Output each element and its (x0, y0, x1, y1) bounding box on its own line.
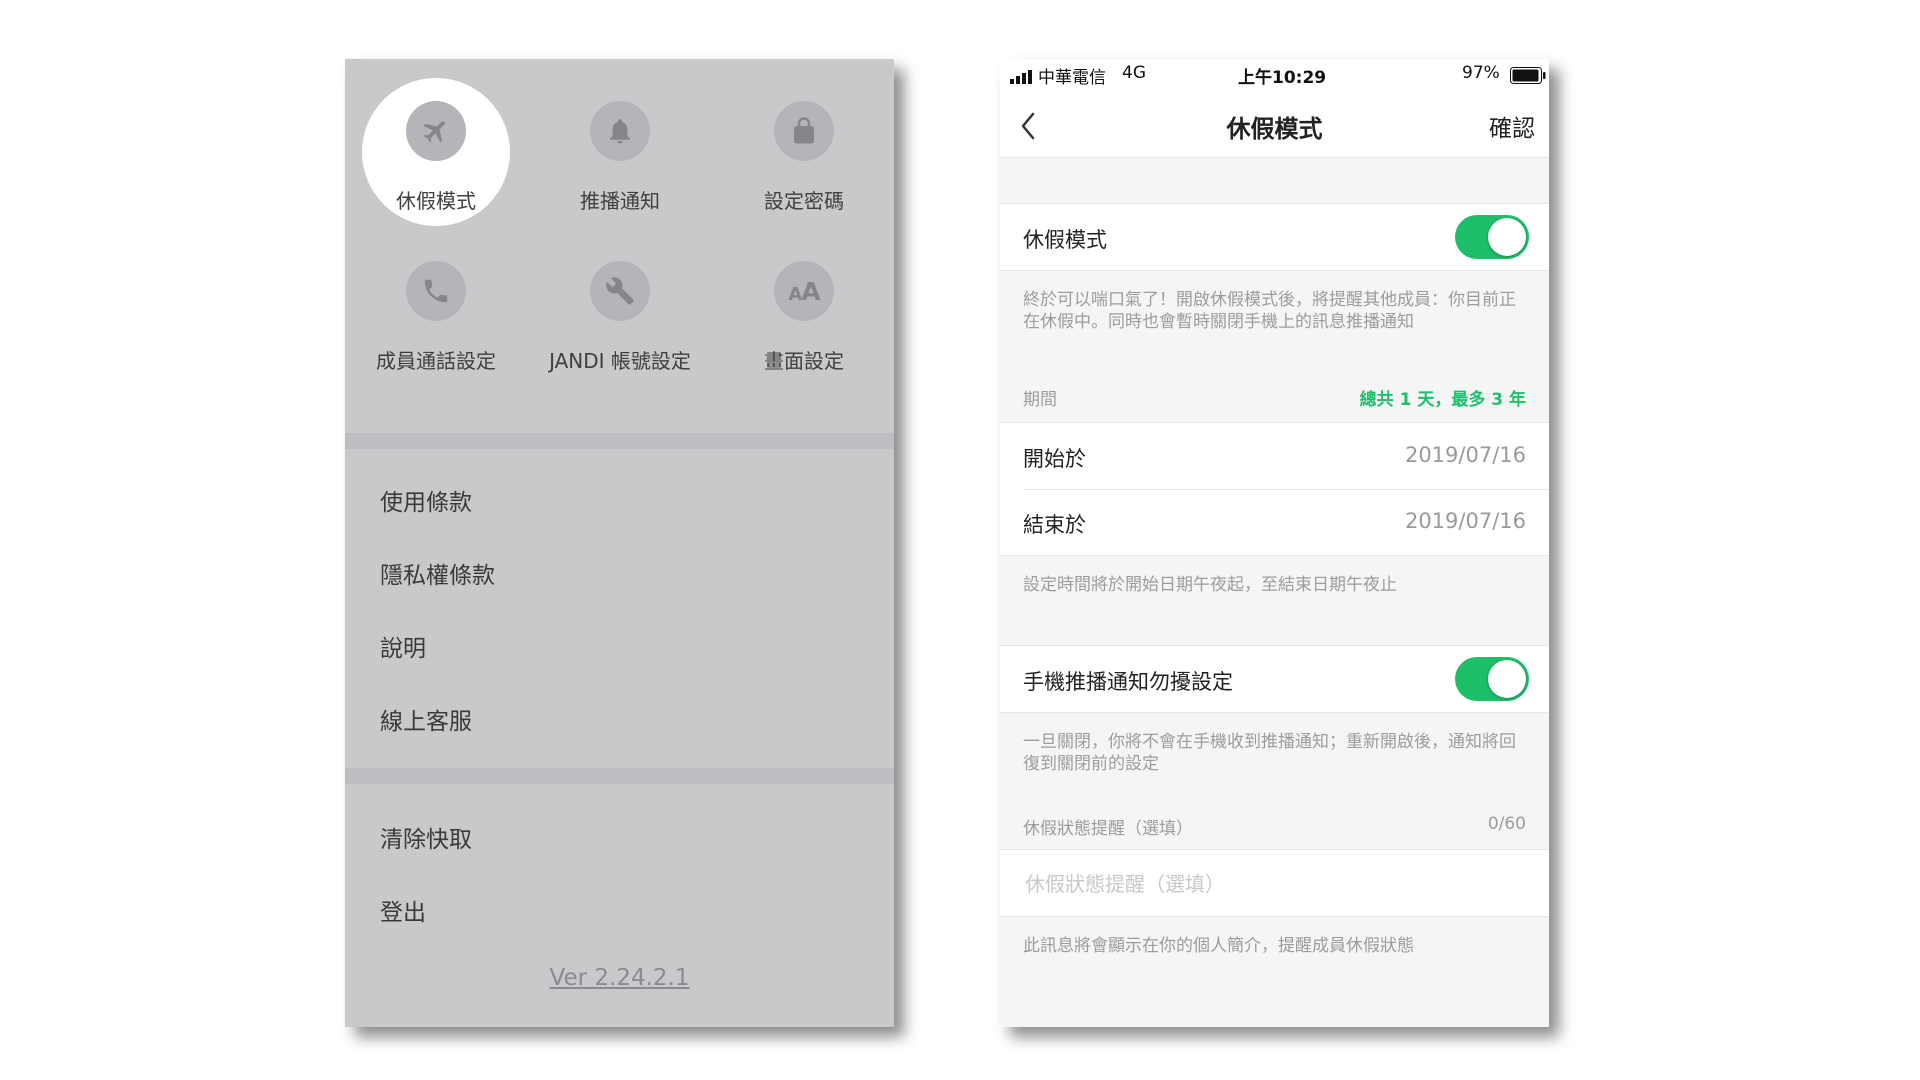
page-title: 休假模式 (1226, 115, 1323, 143)
grid-push-notification[interactable]: 推播通知 (545, 101, 695, 231)
reminder-input[interactable] (1023, 863, 1527, 905)
section-divider (345, 768, 894, 784)
grid-label: 休假模式 (396, 189, 476, 213)
end-date-value: 2019/07/16 (1404, 509, 1526, 533)
bell-icon (590, 101, 650, 161)
grid-member-call-settings[interactable]: 成員通話設定 (361, 261, 511, 391)
vacation-mode-row: 休假模式 (1000, 204, 1549, 270)
grid-set-password[interactable]: 設定密碼 (729, 101, 879, 231)
menu-help[interactable]: 說明 (380, 629, 426, 663)
grid-label: 畫面設定 (764, 349, 844, 373)
navigation-bar: 休假模式 確認 (1000, 95, 1549, 158)
settings-menu-screen: 休假模式 推播通知 設定密碼 成員通話設定 JANDI 帳號設定 AA 畫面設定… (345, 59, 894, 1027)
menu-logout[interactable]: 登出 (380, 893, 426, 927)
clock: 上午10:29 (1238, 68, 1327, 88)
grid-label: 成員通話設定 (376, 349, 496, 373)
date-range-rows: 開始於 2019/07/16 結束於 2019/07/16 (1000, 423, 1549, 555)
menu-privacy-policy[interactable]: 隱私權條款 (380, 556, 495, 590)
signal-icon (1010, 70, 1032, 84)
end-date-row[interactable]: 結束於 2019/07/16 (1000, 490, 1549, 555)
vacation-mode-toggle[interactable] (1455, 215, 1529, 259)
push-dnd-toggle[interactable] (1455, 657, 1529, 701)
network-type: 4G (1122, 63, 1146, 83)
vacation-mode-screen: 中華電信 4G 上午10:29 97% 休假模式 確認 休假模式 終於可以喘口氣… (1000, 59, 1549, 1027)
reminder-input-row (1000, 850, 1549, 916)
menu-clear-cache[interactable]: 清除快取 (380, 820, 472, 854)
grid-display-settings[interactable]: AA 畫面設定 (729, 261, 879, 391)
battery-percent: 97% (1462, 63, 1500, 83)
reminder-char-count: 0/60 (1487, 814, 1526, 834)
end-date-label: 結束於 (1023, 513, 1086, 537)
period-label: 期間 (1023, 390, 1057, 410)
period-summary: 總共 1 天，最多 3 年 (1359, 390, 1526, 410)
period-description: 設定時間將於開始日期午夜起，至結束日期午夜止 (1023, 575, 1397, 595)
grid-label: 推播通知 (580, 189, 660, 213)
confirm-button[interactable]: 確認 (1489, 109, 1535, 143)
menu-terms-of-use[interactable]: 使用條款 (380, 483, 472, 517)
lock-icon (774, 101, 834, 161)
grid-jandi-account-settings[interactable]: JANDI 帳號設定 (545, 261, 695, 391)
phone-icon (406, 261, 466, 321)
start-date-row[interactable]: 開始於 2019/07/16 (1000, 423, 1549, 489)
battery-icon (1510, 67, 1546, 84)
grid-label: 設定密碼 (764, 189, 844, 213)
push-dnd-row: 手機推播通知勿擾設定 (1000, 646, 1549, 712)
airplane-icon (406, 101, 466, 161)
grid-label: JANDI 帳號設定 (549, 349, 691, 373)
section-divider (345, 433, 894, 449)
vacation-mode-description: 終於可以喘口氣了！開啟休假模式後，將提醒其他成員：你目前正在休假中。同時也會暫時… (1023, 290, 1516, 332)
status-bar: 中華電信 4G 上午10:29 97% (1000, 59, 1549, 95)
vacation-mode-label: 休假模式 (1023, 228, 1107, 252)
font-size-icon: AA (774, 261, 834, 321)
push-dnd-description: 一旦關閉，你將不會在手機收到推播通知；重新開啟後，通知將回復到關閉前的設定 (1023, 732, 1516, 774)
wrench-icon (590, 261, 650, 321)
reminder-description: 此訊息將會顯示在你的個人簡介，提醒成員休假狀態 (1023, 936, 1414, 956)
push-dnd-label: 手機推播通知勿擾設定 (1023, 670, 1233, 694)
carrier-name: 中華電信 (1038, 68, 1106, 88)
start-date-label: 開始於 (1023, 447, 1086, 471)
version-link[interactable]: Ver 2.24.2.1 (345, 965, 894, 991)
start-date-value: 2019/07/16 (1404, 443, 1526, 467)
reminder-label: 休假狀態提醒（選填） (1023, 819, 1193, 839)
grid-vacation-mode[interactable]: 休假模式 (361, 101, 511, 231)
menu-online-support[interactable]: 線上客服 (380, 702, 472, 736)
